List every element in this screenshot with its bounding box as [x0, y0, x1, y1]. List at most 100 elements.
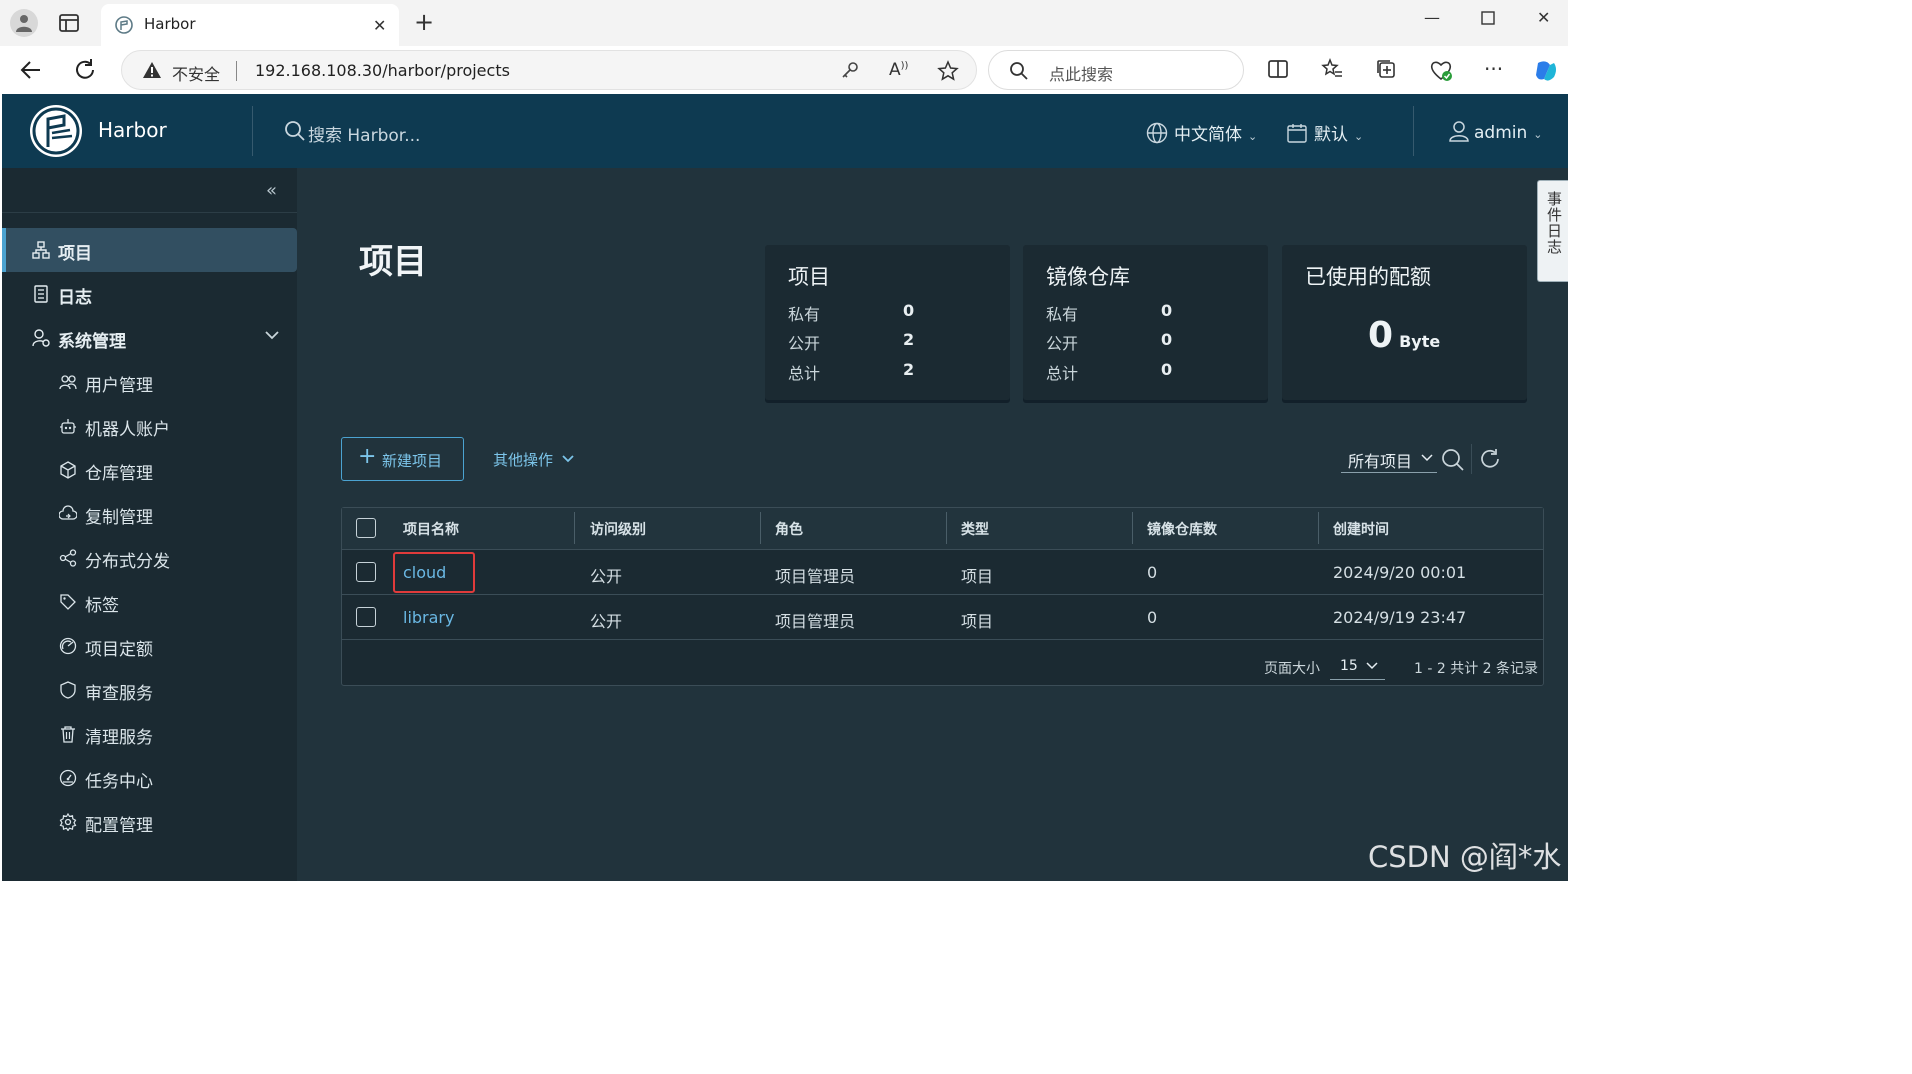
sidebar-item-config[interactable]: 配置管理	[2, 800, 297, 844]
type-cell: 项目	[961, 567, 994, 586]
row-checkbox[interactable]	[356, 607, 376, 627]
url-text[interactable]: 192.168.108.30/harbor/projects	[255, 61, 510, 80]
more-actions-button[interactable]: 其他操作	[493, 449, 574, 470]
sidebar-item-admin[interactable]: 系统管理	[2, 316, 297, 360]
card-row-value: 0	[1161, 301, 1173, 320]
column-resizer[interactable]	[760, 512, 761, 544]
sidebar-item-label: 清理服务	[85, 728, 153, 748]
browser-essentials-icon[interactable]	[1428, 57, 1454, 83]
sidebar-item-replication[interactable]: 复制管理	[2, 492, 297, 536]
collapse-sidebar-icon[interactable]: «	[266, 180, 277, 201]
dashboard-icon	[59, 769, 77, 787]
new-tab-icon[interactable]: +	[414, 10, 434, 34]
refresh-icon[interactable]	[1479, 448, 1501, 474]
new-project-label: 新建项目	[382, 452, 443, 470]
table-row: cloud 公开 项目管理员 项目 0 2024/9/20 00:01	[342, 550, 1543, 595]
split-screen-icon[interactable]	[1266, 57, 1292, 83]
sidebar-item-users[interactable]: 用户管理	[2, 360, 297, 404]
harbor-header: Harbor 搜索 Harbor... 中文简体 ⌄ 默认 ⌄ admin ⌄	[2, 94, 1568, 168]
sidebar-item-label: 用户管理	[85, 376, 153, 396]
column-resizer[interactable]	[574, 512, 575, 544]
project-filter-select[interactable]: 所有项目	[1341, 445, 1437, 473]
record-count: 1 - 2 共计 2 条记录	[1414, 661, 1539, 677]
browser-tab[interactable]: Harbor ✕	[101, 4, 399, 46]
browser-tab-bar: Harbor ✕ + — ✕	[0, 0, 1568, 46]
card-row-label: 私有	[1046, 305, 1079, 324]
browser-search-placeholder: 点此搜索	[1049, 65, 1114, 84]
project-name-link[interactable]: cloud	[403, 563, 446, 582]
sidebar-item-robots[interactable]: 机器人账户	[2, 404, 297, 448]
sidebar-item-label: 分布式分发	[85, 552, 170, 572]
page-size-select[interactable]: 15	[1330, 654, 1385, 680]
sidebar-item-label: 审查服务	[85, 684, 153, 704]
admin-icon	[32, 329, 50, 347]
favorite-star-icon[interactable]	[937, 60, 959, 86]
tab-close-icon[interactable]: ✕	[373, 16, 386, 35]
card-row-label: 总计	[788, 364, 821, 383]
chevron-down-icon	[1366, 662, 1378, 670]
date-format-label: 默认	[1314, 125, 1348, 145]
column-resizer[interactable]	[946, 512, 947, 544]
repo-count-cell: 0	[1147, 608, 1158, 627]
select-all-checkbox[interactable]	[356, 518, 376, 538]
harbor-search-input[interactable]: 搜索 Harbor...	[308, 121, 420, 146]
sidebar-item-jobs[interactable]: 任务中心	[2, 756, 297, 800]
collections-icon[interactable]	[1374, 57, 1400, 83]
copilot-icon[interactable]	[1532, 57, 1558, 83]
search-icon[interactable]	[1441, 448, 1465, 476]
header-divider	[252, 106, 253, 156]
column-resizer[interactable]	[1132, 512, 1133, 544]
card-row-label: 公开	[788, 334, 821, 353]
more-icon[interactable]: ···	[1484, 57, 1510, 83]
card-row-value: 0	[1161, 360, 1173, 379]
new-project-button[interactable]: + 新建项目	[341, 437, 464, 481]
language-menu[interactable]: 中文简体 ⌄	[1146, 120, 1257, 145]
url-bar[interactable]: 不安全 192.168.108.30/harbor/projects A))	[121, 50, 977, 90]
tab-actions-icon[interactable]	[58, 12, 80, 34]
warning-icon[interactable]	[142, 61, 162, 83]
column-header-repo-count[interactable]: 镜像仓库数	[1147, 519, 1217, 539]
sidebar-item-gc[interactable]: 清理服务	[2, 712, 297, 756]
sidebar-item-registries[interactable]: 仓库管理	[2, 448, 297, 492]
sidebar-item-logs[interactable]: 日志	[2, 272, 297, 316]
chevron-down-icon	[1421, 454, 1433, 462]
date-format-menu[interactable]: 默认 ⌄	[1286, 120, 1363, 145]
toolbar-divider	[1471, 444, 1472, 474]
main-content: 项目 项目 私有 0 公开 2 总计 2 镜像仓库 私有 0 公开 0 总计 0 已使用的配…	[297, 168, 1568, 881]
card-row-label: 公开	[1046, 334, 1079, 353]
search-icon[interactable]	[284, 120, 306, 146]
column-header-access[interactable]: 访问级别	[590, 519, 646, 539]
sidebar-item-interrogation[interactable]: 审查服务	[2, 668, 297, 712]
read-aloud-icon[interactable]: A))	[889, 60, 908, 80]
column-header-creation-time[interactable]: 创建时间	[1333, 519, 1389, 539]
key-icon[interactable]	[840, 60, 860, 84]
maximize-icon[interactable]	[1481, 10, 1495, 29]
quota-icon	[59, 637, 77, 655]
event-log-tab[interactable]: 事件日志	[1537, 180, 1568, 282]
project-name-link[interactable]: library	[403, 608, 454, 627]
sidebar-item-quotas[interactable]: 项目定额	[2, 624, 297, 668]
back-icon[interactable]	[18, 57, 44, 83]
sidebar-item-labels[interactable]: 标签	[2, 580, 297, 624]
browser-search[interactable]: 点此搜索	[988, 50, 1244, 90]
minimize-icon[interactable]: —	[1424, 8, 1440, 27]
refresh-icon[interactable]	[72, 57, 98, 83]
projects-summary-card: 项目 私有 0 公开 2 总计 2	[765, 245, 1010, 400]
projects-icon	[32, 241, 50, 259]
column-header-name[interactable]: 项目名称	[403, 519, 459, 539]
column-resizer[interactable]	[1318, 512, 1319, 544]
harbor-brand[interactable]: Harbor	[98, 118, 167, 142]
sidebar-item-label: 项目	[58, 244, 92, 264]
column-header-type[interactable]: 类型	[961, 519, 989, 539]
profile-icon[interactable]	[10, 9, 38, 37]
chevron-down-icon[interactable]	[264, 327, 280, 347]
user-menu[interactable]: admin ⌄	[1448, 120, 1543, 143]
window-close-icon[interactable]: ✕	[1537, 8, 1550, 27]
sidebar-item-distribution[interactable]: 分布式分发	[2, 536, 297, 580]
insecure-label[interactable]: 不安全	[172, 61, 220, 85]
column-header-role[interactable]: 角色	[775, 519, 803, 539]
harbor-logo-icon[interactable]	[30, 105, 82, 157]
row-checkbox[interactable]	[356, 562, 376, 582]
favorites-icon[interactable]	[1320, 57, 1346, 83]
sidebar-item-projects[interactable]: 项目	[2, 228, 297, 272]
